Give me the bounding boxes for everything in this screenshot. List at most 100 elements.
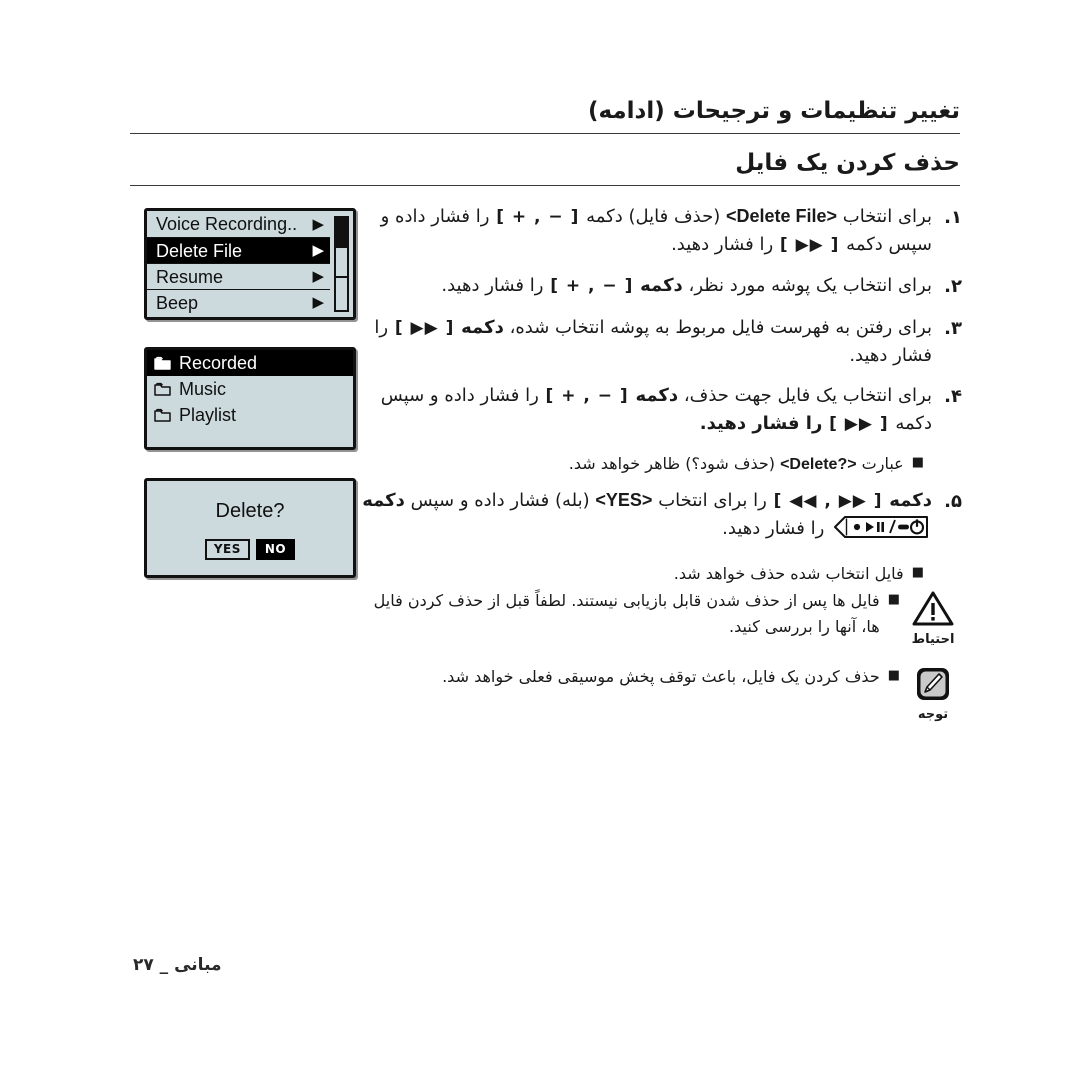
- notice-text: فایل ها پس از حذف شدن قابل بازیابی نیستن…: [373, 591, 880, 636]
- folder-icon: [154, 382, 172, 397]
- key-plus-minus-icon: [ + , − ]: [496, 207, 580, 227]
- notice-line: ■ فایل ها پس از حذف شدن قابل بازیابی نیس…: [362, 588, 900, 640]
- bullet-text: عبارت <Delete?> (حذف شود؟) ظاهر خواهد شد…: [362, 451, 904, 478]
- step-item: ۴. برای انتخاب یک فایل جهت حذف، دکمه [ +…: [362, 382, 962, 438]
- key-next-icon: [ ▶▶ ]: [394, 317, 455, 338]
- step-text-part: را فشار دهید.: [699, 413, 823, 435]
- step-button-word: دکمه: [586, 206, 623, 227]
- key-plus-minus-icon: [ + , − ]: [545, 386, 629, 407]
- chevron-right-icon: ▶: [312, 268, 324, 285]
- step-text: برای انتخاب یک پوشه مورد نظر، دکمه [ + ,…: [362, 272, 932, 300]
- notices-section: احتیاط ■ فایل ها پس از حذف شدن قابل بازی…: [362, 588, 962, 738]
- step-text-part: برای انتخاب یک فایل جهت حذف،: [683, 385, 932, 407]
- caution-label: احتیاط: [911, 632, 955, 647]
- step-button-word: دکمه: [362, 489, 405, 511]
- chevron-right-icon: ▶: [312, 294, 324, 311]
- caution-icon-group: احتیاط: [904, 588, 962, 649]
- step-text-part: برای انتخاب: [842, 206, 932, 227]
- step-item: ۵. دکمه [ ◀◀ , ▶▶ ] را برای انتخاب <YES>…: [362, 487, 962, 548]
- scrollbar-divider: [336, 276, 347, 278]
- page-header: تغییر تنظیمات و ترجیحات (ادامه) حذف کردن…: [130, 96, 960, 187]
- manual-page: تغییر تنظیمات و ترجیحات (ادامه) حذف کردن…: [0, 0, 1080, 1080]
- menu-row-selected[interactable]: Delete File ▶: [147, 237, 330, 263]
- bullet-item: ■ عبارت <Delete?> (حذف شود؟) ظاهر خواهد …: [362, 451, 962, 478]
- section-divider: [130, 185, 960, 187]
- menu-row[interactable]: Beep ▶: [147, 289, 330, 315]
- step-paren: (حذف فایل): [628, 206, 721, 227]
- step-text-part: را فشار دهید.: [722, 517, 825, 539]
- step-text: برای انتخاب <Delete File> (حذف فایل) دکم…: [362, 203, 932, 259]
- folder-icon: [154, 408, 172, 423]
- delete-confirm-screen: Delete? YES NO: [144, 478, 356, 578]
- step-button-word: دکمه: [461, 316, 504, 338]
- step-text-part: را برای انتخاب: [658, 489, 767, 511]
- note-body: ■ حذف کردن یک فایل، باعث توقف پخش موسیقی…: [362, 664, 904, 700]
- step-text-part: فشار داده و سپس: [410, 489, 550, 511]
- folder-label: Music: [179, 379, 227, 399]
- step-english-term: <YES>: [595, 489, 653, 510]
- note-pencil-icon: [904, 666, 962, 706]
- step-number: ۴.: [944, 386, 962, 408]
- step-english-term: <Delete File>: [725, 206, 838, 226]
- menu-row-label: Resume: [156, 266, 224, 287]
- step-text: برای رفتن به فهرست فایل مربوط به پوشه ان…: [362, 314, 932, 370]
- page-title: تغییر تنظیمات و ترجیحات (ادامه): [587, 98, 960, 124]
- folder-label: Playlist: [179, 405, 237, 425]
- notice-text: حذف کردن یک فایل، باعث توقف پخش موسیقی ف…: [442, 666, 880, 686]
- notice-line: ■ حذف کردن یک فایل، باعث توقف پخش موسیقی…: [362, 664, 900, 690]
- step-item: ۱. برای انتخاب <Delete File> (حذف فایل) …: [362, 203, 962, 259]
- step-text-part: برای رفتن به فهرست فایل مربوط به پوشه ان…: [509, 316, 932, 338]
- menu-row-label: Voice Recording..: [156, 214, 298, 234]
- no-button[interactable]: NO: [255, 539, 296, 560]
- bullet-text-part: عبارت: [861, 454, 904, 474]
- step-button-word: دکمه: [635, 385, 679, 407]
- folder-list-screen: Recorded Music Playlist: [144, 347, 356, 450]
- key-plus-minus-icon: [ + , − ]: [550, 275, 634, 296]
- bullet-marker: ■: [911, 564, 924, 580]
- yes-button[interactable]: YES: [204, 539, 250, 560]
- confirm-prompt: Delete?: [215, 500, 285, 522]
- step-item: ۲. برای انتخاب یک پوشه مورد نظر، دکمه [ …: [362, 272, 962, 301]
- key-prev-next-icon: [ ◀◀ , ▶▶ ]: [773, 490, 883, 511]
- key-next-icon: [ ▶▶ ]: [779, 234, 840, 255]
- menu-row-label: Beep: [156, 292, 199, 313]
- folder-row[interactable]: Playlist: [147, 402, 353, 428]
- bullet-marker: ■: [887, 592, 900, 607]
- confirm-button-group: YES NO: [204, 539, 296, 560]
- step-text-part: برای انتخاب یک پوشه مورد نظر،: [688, 274, 932, 296]
- menu-row[interactable]: Resume ▶: [147, 263, 330, 289]
- section-title: حذف کردن یک فایل: [735, 150, 960, 177]
- chevron-right-icon: ▶: [312, 242, 324, 259]
- note-label: توجه: [917, 706, 949, 722]
- note-notice: توجه ■ حذف کردن یک فایل، باعث توقف پخش م…: [362, 664, 962, 724]
- step-button-word: دکمه: [640, 274, 683, 296]
- folder-label: Recorded: [179, 353, 258, 373]
- play-pause-power-button-icon: [833, 515, 929, 548]
- step-button-word: دکمه: [889, 489, 932, 511]
- bullet-paren: (حذف شود؟): [685, 454, 775, 474]
- device-screens-column: Voice Recording.. ▶ Delete File ▶ Resume…: [144, 208, 356, 578]
- step-text: دکمه [ ◀◀ , ▶▶ ] را برای انتخاب <YES> (ب…: [362, 487, 932, 548]
- menu-row[interactable]: Voice Recording.. ▶: [147, 211, 330, 237]
- bullet-text: فایل انتخاب شده حذف خواهد شد.: [673, 563, 904, 583]
- step-number: ۳.: [944, 317, 962, 339]
- scrollbar-thumb[interactable]: [336, 218, 347, 248]
- step-text: برای انتخاب یک فایل جهت حذف، دکمه [ + , …: [362, 382, 932, 438]
- bullet-english-term: <Delete?>: [780, 456, 857, 474]
- step-number: ۵.: [944, 490, 962, 512]
- bullet-text-part: ظاهر خواهد شد.: [568, 454, 681, 474]
- step-item: ۳. برای رفتن به فهرست فایل مربوط به پوشه…: [362, 314, 962, 370]
- caution-notice: احتیاط ■ فایل ها پس از حذف شدن قابل بازی…: [362, 588, 962, 650]
- step-paren: (بله): [555, 489, 590, 511]
- menu-row-list: Voice Recording.. ▶ Delete File ▶ Resume…: [147, 211, 330, 317]
- note-icon-group: توجه: [904, 664, 962, 724]
- folder-icon: [154, 356, 172, 371]
- folder-row-selected[interactable]: Recorded: [147, 350, 353, 376]
- vertical-scrollbar[interactable]: [334, 216, 349, 312]
- folder-row[interactable]: Music: [147, 376, 353, 402]
- instruction-list: ۱. برای انتخاب <Delete File> (حذف فایل) …: [362, 203, 962, 595]
- settings-menu-screen: Voice Recording.. ▶ Delete File ▶ Resume…: [144, 208, 356, 320]
- step-text-part: را فشار دهید.: [671, 233, 774, 255]
- caution-body: ■ فایل ها پس از حذف شدن قابل بازیابی نیس…: [362, 588, 904, 650]
- bullet-marker: ■: [911, 455, 924, 471]
